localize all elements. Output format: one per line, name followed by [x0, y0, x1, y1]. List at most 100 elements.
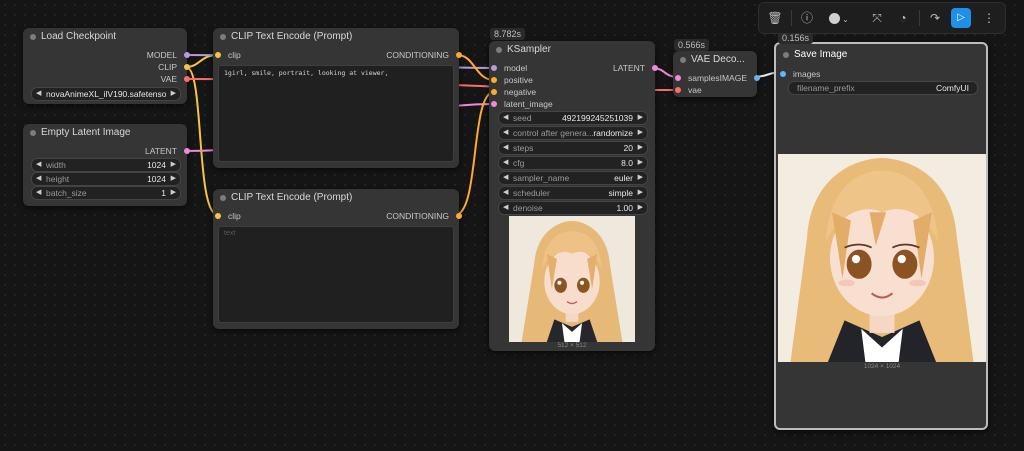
- input-clip[interactable]: clip: [215, 49, 241, 61]
- node-title[interactable]: CLIP Text Encode (Prompt): [213, 28, 459, 46]
- slot-dot-icon[interactable]: [491, 65, 497, 71]
- arrow-right-icon[interactable]: ▶: [638, 202, 643, 214]
- trash-icon[interactable]: 🗑: [765, 8, 785, 28]
- slot-dot-icon[interactable]: [675, 87, 681, 93]
- filename-prefix-widget[interactable]: filename_prefix ComfyUI: [788, 81, 978, 95]
- input-negative[interactable]: negative: [491, 86, 536, 98]
- input-vae[interactable]: vae: [675, 84, 702, 96]
- output-latent[interactable]: LATENT: [613, 62, 658, 74]
- collapse-dot-icon[interactable]: [496, 47, 502, 53]
- info-icon[interactable]: ⓘ: [797, 8, 817, 28]
- slot-dot-icon[interactable]: [491, 77, 497, 83]
- width-widget[interactable]: ◀ width 1024 ▶: [31, 158, 181, 172]
- input-images[interactable]: images: [780, 68, 820, 80]
- slot-dot-icon[interactable]: [184, 64, 190, 70]
- arrow-right-icon[interactable]: ▶: [171, 187, 176, 199]
- collapse-dot-icon[interactable]: [30, 34, 36, 40]
- input-model[interactable]: model: [491, 62, 527, 74]
- slot-label: vae: [688, 85, 702, 95]
- collapse-dot-icon[interactable]: [783, 52, 789, 58]
- arrow-right-icon[interactable]: ▶: [171, 159, 176, 171]
- arrow-left-icon[interactable]: ◀: [36, 187, 41, 199]
- slot-dot-icon[interactable]: [456, 52, 462, 58]
- output-latent[interactable]: LATENT: [145, 145, 190, 157]
- node-empty-latent-image[interactable]: Empty Latent Image LATENT ◀ width 1024 ▶ ◀ h…: [23, 124, 190, 206]
- steps-widget[interactable]: ◀ steps 20 ▶: [498, 141, 648, 155]
- redo-icon[interactable]: ↷: [925, 8, 945, 28]
- slot-dot-icon[interactable]: [491, 101, 497, 107]
- node-clip-text-encode-positive[interactable]: CLIP Text Encode (Prompt) clip CONDITION…: [213, 28, 462, 168]
- arrow-left-icon[interactable]: ◀: [36, 88, 41, 100]
- negative-prompt-textarea[interactable]: text: [218, 226, 454, 323]
- slot-dot-icon[interactable]: [184, 148, 190, 154]
- node-title[interactable]: Empty Latent Image: [23, 124, 187, 142]
- arrow-right-icon[interactable]: ▶: [171, 88, 176, 100]
- slot-dot-icon[interactable]: [675, 75, 681, 81]
- node-title[interactable]: CLIP Text Encode (Prompt): [213, 189, 459, 207]
- output-clip[interactable]: CLIP: [158, 61, 190, 73]
- output-model[interactable]: MODEL: [147, 49, 190, 61]
- arrow-right-icon[interactable]: ▶: [171, 173, 176, 185]
- collapse-dot-icon[interactable]: [220, 34, 226, 40]
- slot-dot-icon[interactable]: [215, 213, 221, 219]
- node-ksampler[interactable]: KSampler model positive negative latent_…: [489, 41, 658, 351]
- arrow-right-icon[interactable]: ▶: [638, 187, 643, 199]
- arrow-right-icon[interactable]: ▶: [638, 142, 643, 154]
- slot-dot-icon[interactable]: [754, 75, 760, 81]
- node-save-image[interactable]: Save Image images filename_prefix ComfyU…: [774, 42, 988, 430]
- arrow-left-icon[interactable]: ◀: [503, 202, 508, 214]
- cfg-widget[interactable]: ◀ cfg 8.0 ▶: [498, 156, 648, 170]
- slot-dot-icon[interactable]: [184, 52, 190, 58]
- ckpt-name-combo[interactable]: ◀ novaAnimeXL_ilV190.safetenso... ▶: [31, 87, 181, 101]
- control-after-generate-widget[interactable]: ◀ control after genera... randomize ▶: [498, 126, 648, 140]
- arrow-left-icon[interactable]: ◀: [503, 172, 508, 184]
- pie-icon[interactable]: ◔: [893, 8, 913, 28]
- arrow-left-icon[interactable]: ◀: [503, 157, 508, 169]
- node-title[interactable]: VAE Deco...: [673, 51, 757, 69]
- arrow-right-icon[interactable]: ▶: [638, 157, 643, 169]
- input-clip[interactable]: clip: [215, 210, 241, 222]
- input-positive[interactable]: positive: [491, 74, 533, 86]
- scheduler-widget[interactable]: ◀ scheduler simple ▶: [498, 186, 648, 200]
- node-vae-decode[interactable]: VAE Deco... samples vae IMAGE: [673, 51, 760, 97]
- arrow-right-icon[interactable]: ▶: [638, 127, 643, 139]
- prompt-textarea[interactable]: 1girl, smile, portrait, looking at viewe…: [218, 65, 454, 162]
- node-clip-text-encode-negative[interactable]: CLIP Text Encode (Prompt) clip CONDITION…: [213, 189, 462, 329]
- arrow-left-icon[interactable]: ◀: [503, 142, 508, 154]
- collapse-dot-icon[interactable]: [680, 57, 686, 63]
- sampler-name-widget[interactable]: ◀ sampler_name euler ▶: [498, 171, 648, 185]
- output-image[interactable]: IMAGE: [720, 72, 760, 84]
- slot-dot-icon[interactable]: [652, 65, 658, 71]
- input-samples[interactable]: samples: [675, 72, 720, 84]
- input-latent-image[interactable]: latent_image: [491, 98, 553, 110]
- slot-dot-icon[interactable]: [780, 71, 786, 77]
- output-conditioning[interactable]: CONDITIONING: [386, 210, 462, 222]
- slot-dot-icon[interactable]: [456, 213, 462, 219]
- seed-widget[interactable]: ◀ seed 492199245251039 ▶: [498, 111, 648, 125]
- slot-dot-icon[interactable]: [491, 89, 497, 95]
- height-widget[interactable]: ◀ height 1024 ▶: [31, 172, 181, 186]
- denoise-widget[interactable]: ◀ denoise 1.00 ▶: [498, 201, 648, 215]
- arrow-left-icon[interactable]: ◀: [36, 159, 41, 171]
- arrow-right-icon[interactable]: ▶: [638, 172, 643, 184]
- arrow-left-icon[interactable]: ◀: [503, 112, 508, 124]
- batch-size-widget[interactable]: ◀ batch_size 1 ▶: [31, 186, 181, 200]
- slot-dot-icon[interactable]: [184, 76, 190, 82]
- color-picker-button[interactable]: ⌄: [825, 8, 853, 28]
- arrow-right-icon[interactable]: ▶: [638, 112, 643, 124]
- fit-view-icon[interactable]: ⤧: [867, 8, 887, 28]
- arrow-left-icon[interactable]: ◀: [36, 173, 41, 185]
- slot-dot-icon[interactable]: [215, 52, 221, 58]
- node-title[interactable]: Save Image: [776, 44, 986, 64]
- collapse-dot-icon[interactable]: [220, 195, 226, 201]
- node-title[interactable]: KSampler: [489, 41, 655, 59]
- more-icon[interactable]: ⋮: [979, 8, 999, 28]
- arrow-left-icon[interactable]: ◀: [503, 127, 508, 139]
- collapse-dot-icon[interactable]: [30, 130, 36, 136]
- output-vae[interactable]: VAE: [161, 73, 190, 85]
- node-title[interactable]: Load Checkpoint: [23, 28, 187, 46]
- arrow-left-icon[interactable]: ◀: [503, 187, 508, 199]
- run-icon[interactable]: ▷: [951, 8, 971, 28]
- output-conditioning[interactable]: CONDITIONING: [386, 49, 462, 61]
- node-load-checkpoint[interactable]: Load Checkpoint MODEL CLIP VAE ◀ novaAni…: [23, 28, 190, 104]
